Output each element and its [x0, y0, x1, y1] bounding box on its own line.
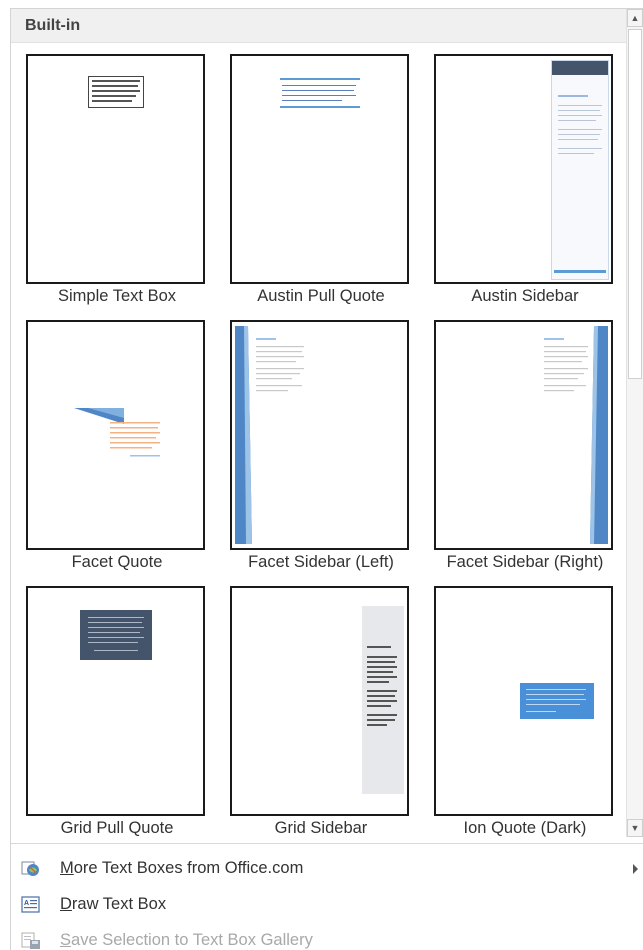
caption-facet-sidebar-left: Facet Sidebar (Left) [248, 553, 394, 571]
submenu-arrow-icon [633, 864, 638, 874]
draw-text-box-icon: A [21, 896, 40, 913]
save-selection-icon [21, 932, 40, 949]
text-box-gallery-panel: Built-in Simple Text Box Austin Pull Quo… [10, 8, 643, 950]
thumbnail-grid-pull-quote [26, 586, 205, 816]
thumbnail-facet-quote [26, 320, 205, 550]
scroll-down-button[interactable]: ▼ [627, 819, 643, 837]
thumbnail-facet-sidebar-left [230, 320, 409, 550]
vertical-scrollbar[interactable]: ▲ ▼ [626, 9, 643, 837]
thumbnail-austin-pull-quote [230, 54, 409, 284]
section-header: Built-in [11, 9, 627, 43]
gallery-item-ion-quote-dark[interactable]: Ion Quote (Dark) [430, 581, 620, 843]
save-selection-menu-item[interactable]: Save Selection to Text Box Gallery [11, 924, 643, 950]
caption-simple-text-box: Simple Text Box [58, 287, 176, 305]
office-online-icon [21, 861, 39, 876]
thumbnail-ion-quote-dark [434, 586, 613, 816]
svg-text:A: A [24, 900, 29, 907]
gallery-grid: Simple Text Box Austin Pull Quote Austin… [11, 44, 627, 842]
caption-austin-pull-quote: Austin Pull Quote [257, 287, 385, 305]
caption-grid-pull-quote: Grid Pull Quote [60, 819, 174, 837]
thumbnail-austin-sidebar [434, 54, 613, 284]
gallery-item-austin-pull-quote[interactable]: Austin Pull Quote [226, 49, 416, 311]
caption-ion-quote-dark: Ion Quote (Dark) [463, 819, 587, 837]
scrollbar-thumb[interactable] [628, 29, 642, 379]
thumbnail-grid-sidebar [230, 586, 409, 816]
caption-grid-sidebar: Grid Sidebar [274, 819, 368, 837]
gallery-footer-menu: More Text Boxes from Office.com A Draw T… [11, 843, 643, 950]
thumbnail-simple-text-box [26, 54, 205, 284]
caption-facet-quote: Facet Quote [71, 553, 163, 571]
more-text-boxes-menu-item[interactable]: More Text Boxes from Office.com [11, 852, 643, 886]
gallery-item-facet-sidebar-right[interactable]: Facet Sidebar (Right) [430, 315, 620, 577]
gallery-item-grid-sidebar[interactable]: Grid Sidebar [226, 581, 416, 843]
more-text-boxes-label: More Text Boxes from Office.com [60, 859, 304, 877]
scroll-up-button[interactable]: ▲ [627, 9, 643, 27]
draw-text-box-menu-item[interactable]: A Draw Text Box [11, 888, 643, 922]
save-selection-label: Save Selection to Text Box Gallery [60, 931, 313, 949]
gallery-item-grid-pull-quote[interactable]: Grid Pull Quote [22, 581, 212, 843]
gallery-item-simple-text-box[interactable]: Simple Text Box [22, 49, 212, 311]
draw-text-box-label: Draw Text Box [60, 895, 167, 913]
caption-facet-sidebar-right: Facet Sidebar (Right) [446, 553, 604, 571]
caption-austin-sidebar: Austin Sidebar [471, 287, 579, 305]
gallery-item-facet-sidebar-left[interactable]: Facet Sidebar (Left) [226, 315, 416, 577]
thumbnail-facet-sidebar-right [434, 320, 613, 550]
section-title: Built-in [25, 17, 81, 34]
gallery-item-facet-quote[interactable]: Facet Quote [22, 315, 212, 577]
gallery-item-austin-sidebar[interactable]: Austin Sidebar [430, 49, 620, 311]
